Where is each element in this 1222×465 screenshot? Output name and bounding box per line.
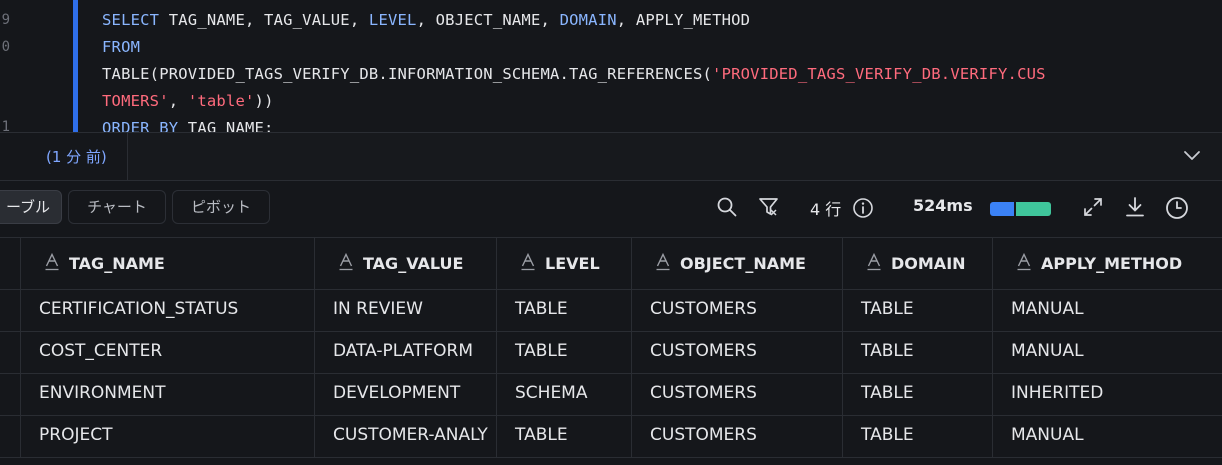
column-header-apply-method[interactable]: APPLY_METHOD: [992, 237, 1222, 289]
line-number: 0: [1, 39, 10, 55]
cell-tag-value[interactable]: CUSTOMER-ANALY: [314, 415, 496, 457]
cell-domain[interactable]: TABLE: [842, 373, 992, 415]
view-table-tab[interactable]: ーブル: [0, 190, 62, 224]
cell-apply-method[interactable]: INHERITED: [992, 373, 1222, 415]
cell-apply-method[interactable]: MANUAL: [992, 289, 1222, 331]
view-pivot-tab[interactable]: ピボット: [172, 190, 270, 224]
cell-apply-method[interactable]: MANUAL: [992, 415, 1222, 457]
table-row[interactable]: CERTIFICATION_STATUS IN REVIEW TABLE CUS…: [0, 289, 1222, 332]
column-header-level[interactable]: LEVEL: [496, 237, 631, 289]
cell-tag-name[interactable]: COST_CENTER: [20, 331, 314, 373]
query-duration: 524ms: [913, 196, 973, 215]
cell-tag-value[interactable]: DEVELOPMENT: [314, 373, 496, 415]
column-header-domain[interactable]: DOMAIN: [842, 237, 992, 289]
table-row[interactable]: COST_CENTER DATA-PLATFORM TABLE CUSTOMER…: [0, 331, 1222, 374]
line-number: 9: [1, 12, 10, 28]
cell-level[interactable]: TABLE: [496, 415, 631, 457]
table-row[interactable]: ENVIRONMENT DEVELOPMENT SCHEMA CUSTOMERS…: [0, 373, 1222, 416]
cell-tag-name[interactable]: ENVIRONMENT: [20, 373, 314, 415]
cell-object-name[interactable]: CUSTOMERS: [631, 331, 842, 373]
cell-apply-method[interactable]: MANUAL: [992, 331, 1222, 373]
column-header-object-name[interactable]: OBJECT_NAME: [631, 237, 842, 289]
cell-tag-name[interactable]: PROJECT: [20, 415, 314, 457]
cell-level[interactable]: TABLE: [496, 289, 631, 331]
results-table: TAG_NAME TAG_VALUE LEVEL OBJECT_NAME DOM…: [0, 237, 1222, 465]
code-line: FROM: [102, 38, 141, 56]
row-count: 4 行: [810, 200, 842, 219]
executed-statement-marker: [73, 0, 78, 132]
history-icon[interactable]: [1165, 196, 1188, 219]
code-line: SELECT TAG_NAME, TAG_VALUE, LEVEL, OBJEC…: [102, 11, 751, 29]
download-icon[interactable]: [1124, 196, 1146, 218]
line-number: 1: [1, 119, 10, 132]
cell-level[interactable]: TABLE: [496, 331, 631, 373]
result-tab-label: (1 分 前): [46, 148, 107, 166]
code-line: TABLE(PROVIDED_TAGS_VERIFY_DB.INFORMATIO…: [102, 65, 1046, 83]
text-type-icon: [656, 253, 670, 271]
results-panel: (1 分 前) ーブル チャート ピボット 4 行 524ms TAG_NAME…: [0, 132, 1222, 465]
table-header-row: TAG_NAME TAG_VALUE LEVEL OBJECT_NAME DOM…: [0, 237, 1222, 290]
cell-domain[interactable]: TABLE: [842, 415, 992, 457]
view-chart-tab[interactable]: チャート: [68, 190, 166, 224]
line-number-gutter: 9 0 1: [0, 0, 40, 132]
cell-level[interactable]: SCHEMA: [496, 373, 631, 415]
text-type-icon: [521, 253, 535, 271]
table-row[interactable]: PROJECT CUSTOMER-ANALY TABLE CUSTOMERS T…: [0, 415, 1222, 458]
text-type-icon: [867, 253, 881, 271]
column-header-tag-value[interactable]: TAG_VALUE: [314, 237, 496, 289]
info-icon[interactable]: [852, 197, 874, 219]
code-line: ORDER BY TAG_NAME;: [102, 119, 274, 132]
column-header-tag-name[interactable]: TAG_NAME: [20, 237, 314, 289]
text-type-icon: [339, 253, 353, 271]
cell-object-name[interactable]: CUSTOMERS: [631, 415, 842, 457]
code-line: TOMERS', 'table')): [102, 92, 274, 110]
cell-object-name[interactable]: CUSTOMERS: [631, 373, 842, 415]
text-type-icon: [45, 253, 59, 271]
sql-editor[interactable]: 9 0 1 SELECT TAG_NAME, TAG_VALUE, LEVEL,…: [0, 0, 1222, 132]
cell-domain[interactable]: TABLE: [842, 331, 992, 373]
filter-icon[interactable]: [758, 196, 780, 218]
duration-bar-execute: [1016, 202, 1051, 216]
expand-icon[interactable]: [1082, 196, 1104, 218]
result-tab[interactable]: (1 分 前): [0, 133, 128, 180]
search-icon[interactable]: [716, 196, 738, 218]
cell-tag-name[interactable]: CERTIFICATION_STATUS: [20, 289, 314, 331]
cell-tag-value[interactable]: IN REVIEW: [314, 289, 496, 331]
chevron-down-icon[interactable]: [1182, 145, 1202, 165]
duration-bar-compile: [990, 202, 1014, 216]
text-type-icon: [1017, 253, 1031, 271]
cell-tag-value[interactable]: DATA-PLATFORM: [314, 331, 496, 373]
cell-domain[interactable]: TABLE: [842, 289, 992, 331]
results-tab-bar: (1 分 前): [0, 132, 1222, 181]
cell-object-name[interactable]: CUSTOMERS: [631, 289, 842, 331]
